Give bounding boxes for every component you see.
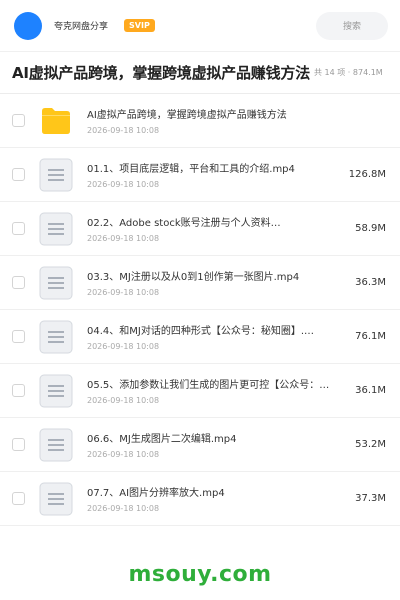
page-title: AI虚拟产品跨境，掌握跨境虚拟产品赚钱方法 [12, 64, 310, 82]
file-info: 06.6、MJ生成图片二次编辑.mp4 2026-09-18 10:08 [87, 430, 342, 459]
file-name: 05.5、添加参数让我们生成的图片更可控【公众号：… [87, 380, 330, 391]
file-size: 76.1M [355, 331, 386, 342]
list-item-file[interactable]: 04.4、和MJ对话的四种形式【公众号：秘知圈】.… 2026-09-18 10… [0, 310, 400, 364]
checkbox[interactable] [12, 168, 25, 181]
list-item-file[interactable]: 07.7、AI图片分辨率放大.mp4 2026-09-18 10:08 37.3… [0, 472, 400, 526]
list-item-file[interactable]: 01.1、项目底层逻辑，平台和工具的介绍.mp4 2026-09-18 10:0… [0, 148, 400, 202]
checkbox[interactable] [12, 222, 25, 235]
file-list: AI虚拟产品跨境，掌握跨境虚拟产品赚钱方法 2026-09-18 10:08 0… [0, 94, 400, 526]
file-info: 02.2、Adobe stock账号注册与个人资料… 2026-09-18 10… [87, 214, 342, 243]
file-date: 2026-09-18 10:08 [87, 450, 160, 459]
document-icon [39, 158, 73, 192]
list-item-file[interactable]: 02.2、Adobe stock账号注册与个人资料… 2026-09-18 10… [0, 202, 400, 256]
document-icon [39, 212, 73, 246]
list-item-file[interactable]: 05.5、添加参数让我们生成的图片更可控【公众号：… 2026-09-18 10… [0, 364, 400, 418]
checkbox[interactable] [12, 330, 25, 343]
file-date: 2026-09-18 10:08 [87, 180, 160, 189]
document-icon [39, 428, 73, 462]
file-date: 2026-09-18 10:08 [87, 126, 160, 135]
file-info: 03.3、MJ注册以及从0到1创作第一张图片.mp4 2026-09-18 10… [87, 268, 342, 297]
search-placeholder: 搜索 [342, 22, 361, 32]
share-name: 夸克网盘分享 [54, 22, 109, 32]
file-info: 05.5、添加参数让我们生成的图片更可控【公众号：… 2026-09-18 10… [87, 376, 342, 405]
search-input[interactable]: 搜索 [316, 11, 388, 40]
file-date: 2026-09-18 10:08 [87, 288, 160, 297]
checkbox[interactable] [12, 276, 25, 289]
file-date: 2026-09-18 10:08 [87, 396, 160, 405]
document-icon [39, 266, 73, 300]
file-size: 53.2M [355, 439, 386, 450]
share-header: 夸克网盘分享 SVIP 搜索 [0, 0, 400, 52]
avatar[interactable] [14, 11, 42, 40]
document-icon [39, 482, 73, 516]
checkbox[interactable] [12, 114, 25, 127]
file-size: 126.8M [348, 169, 386, 180]
list-item-file[interactable]: 03.3、MJ注册以及从0到1创作第一张图片.mp4 2026-09-18 10… [0, 256, 400, 310]
checkbox[interactable] [12, 492, 25, 505]
watermark: msouy.com [128, 562, 272, 587]
checkbox[interactable] [12, 384, 25, 397]
file-info: 01.1、项目底层逻辑，平台和工具的介绍.mp4 2026-09-18 10:0… [87, 160, 339, 189]
file-name: 06.6、MJ生成图片二次编辑.mp4 [87, 434, 237, 445]
file-name: 01.1、项目底层逻辑，平台和工具的介绍.mp4 [87, 164, 295, 175]
list-item-folder[interactable]: AI虚拟产品跨境，掌握跨境虚拟产品赚钱方法 2026-09-18 10:08 [0, 94, 400, 148]
file-size: 37.3M [355, 493, 386, 504]
file-name: 07.7、AI图片分辨率放大.mp4 [87, 488, 225, 499]
file-date: 2026-09-18 10:08 [87, 504, 160, 513]
file-date: 2026-09-18 10:08 [87, 342, 160, 351]
folder-icon [39, 104, 73, 138]
file-name: AI虚拟产品跨境，掌握跨境虚拟产品赚钱方法 [87, 110, 287, 121]
document-icon [39, 374, 73, 408]
file-size: 36.1M [355, 385, 386, 396]
file-size: 36.3M [355, 277, 386, 288]
file-info: 07.7、AI图片分辨率放大.mp4 2026-09-18 10:08 [87, 484, 342, 513]
file-name: 04.4、和MJ对话的四种形式【公众号：秘知圈】.… [87, 326, 315, 337]
file-info: 04.4、和MJ对话的四种形式【公众号：秘知圈】.… 2026-09-18 10… [87, 322, 342, 351]
checkbox[interactable] [12, 438, 25, 451]
file-name: 03.3、MJ注册以及从0到1创作第一张图片.mp4 [87, 272, 300, 283]
folder-title-bar: AI虚拟产品跨境，掌握跨境虚拟产品赚钱方法 共 14 项 · 874.1M [0, 52, 400, 94]
file-size: 58.9M [355, 223, 386, 234]
file-info: AI虚拟产品跨境，掌握跨境虚拟产品赚钱方法 2026-09-18 10:08 [87, 106, 342, 135]
svip-badge: SVIP [124, 19, 155, 32]
list-item-file[interactable]: 06.6、MJ生成图片二次编辑.mp4 2026-09-18 10:08 53.… [0, 418, 400, 472]
document-icon [39, 320, 73, 354]
folder-meta: 共 14 项 · 874.1M [314, 68, 383, 77]
file-name: 02.2、Adobe stock账号注册与个人资料… [87, 218, 281, 229]
file-date: 2026-09-18 10:08 [87, 234, 160, 243]
